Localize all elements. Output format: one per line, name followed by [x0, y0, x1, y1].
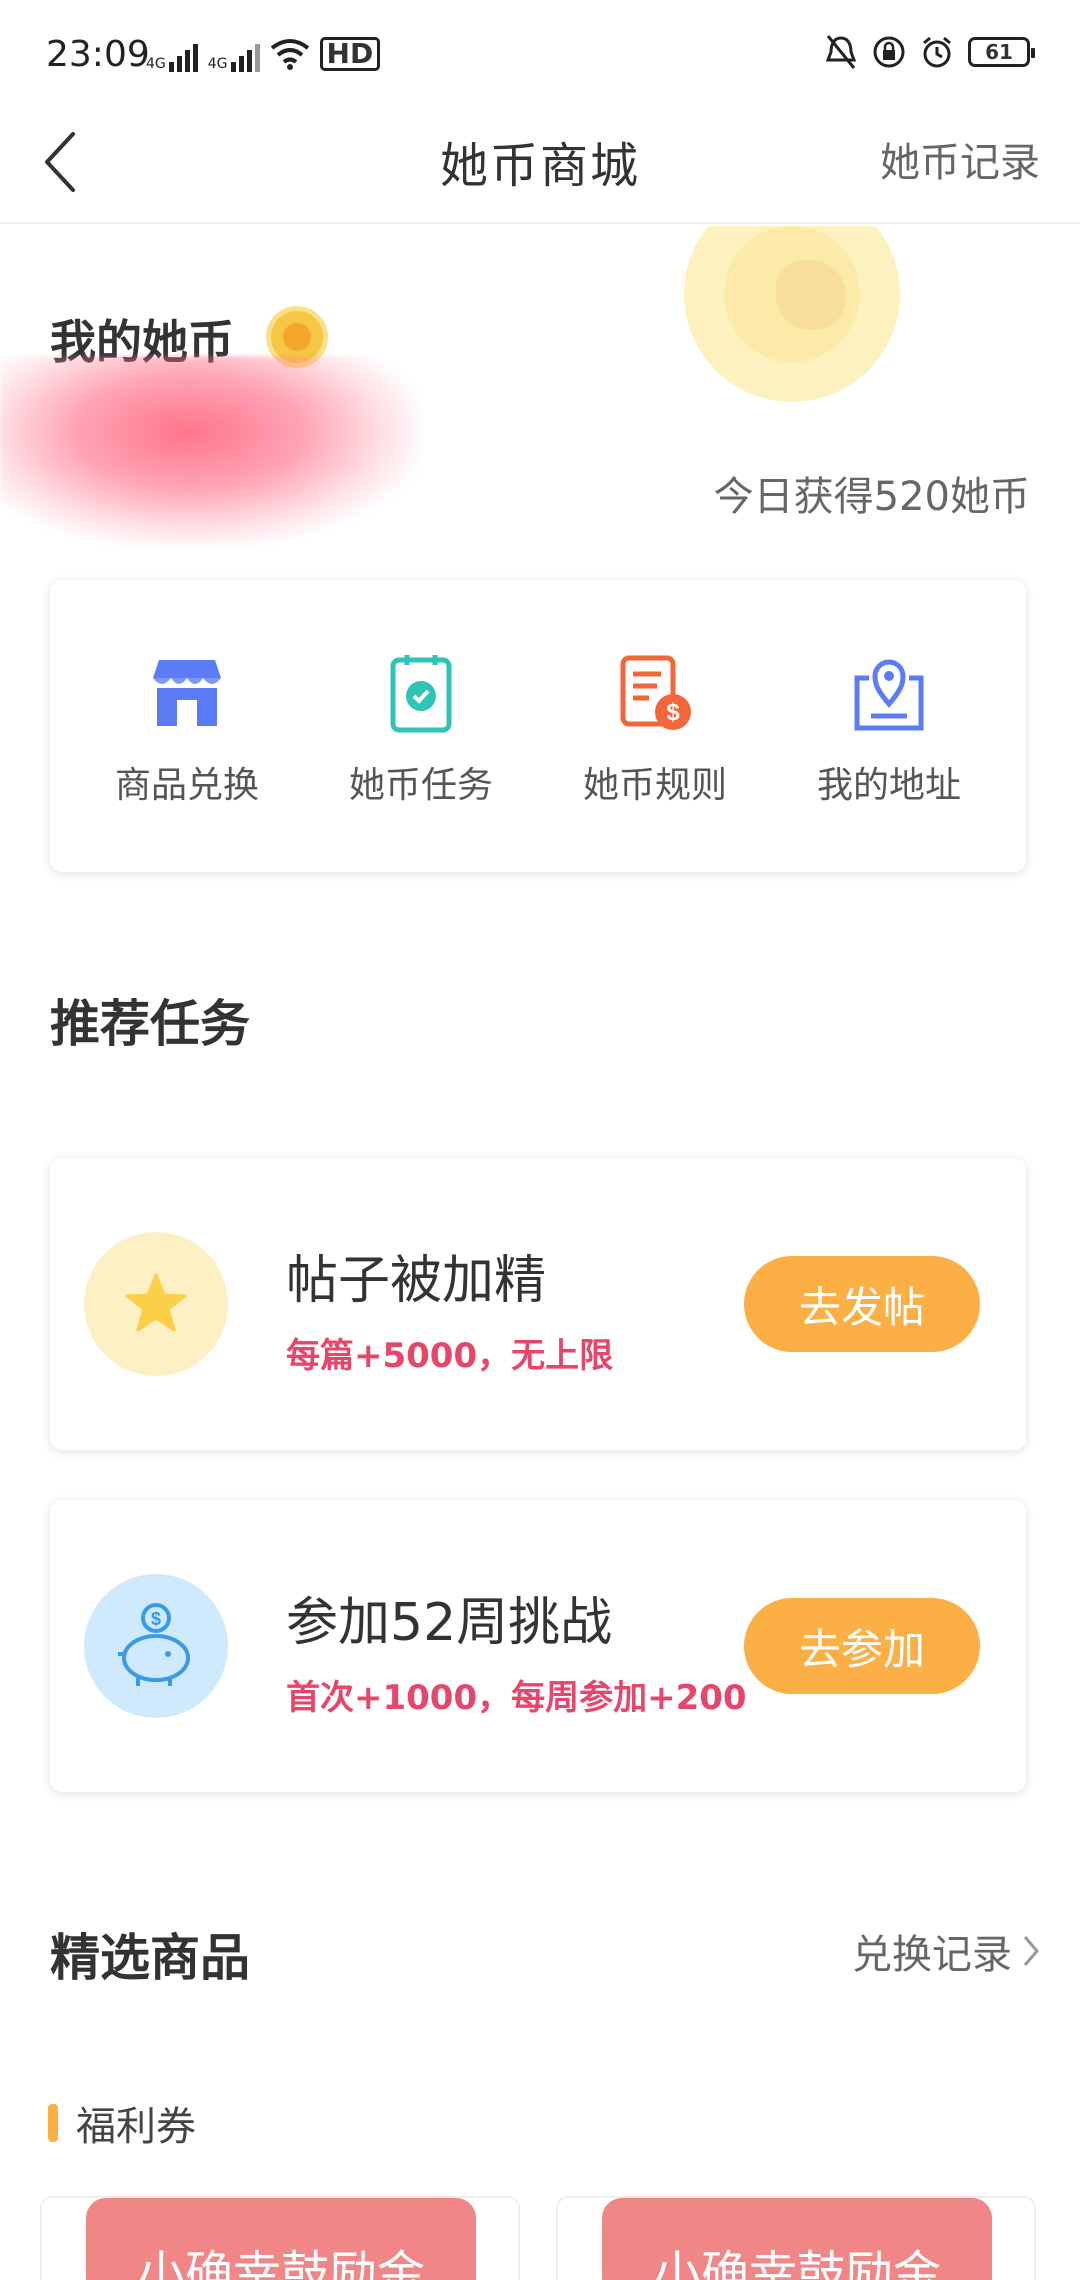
action-label: 我的地址	[816, 765, 961, 806]
signal-icon: 4G	[146, 36, 198, 72]
featured-products-title: 精选商品	[50, 1929, 250, 1987]
post-button[interactable]: 去发帖	[744, 1256, 980, 1352]
action-label: 她币规则	[582, 765, 727, 806]
task-card: 帖子被加精 每篇+5000，无上限 去发帖	[50, 1158, 1026, 1450]
redacted-scribble	[0, 356, 420, 546]
action-label: 她币任务	[348, 765, 493, 806]
mute-bell-icon	[825, 35, 857, 69]
join-button[interactable]: 去参加	[744, 1598, 980, 1694]
product-ticket: 小确幸鼓励金	[86, 2198, 476, 2280]
signal-icon-2: 4G	[208, 36, 260, 72]
network-type-label: 4G	[146, 56, 166, 72]
task-clipboard-icon	[379, 652, 463, 736]
nav-bar: 她币商城 她币记录	[0, 100, 1080, 224]
category-label: 福利券	[76, 2104, 196, 2150]
action-item-tasks[interactable]: 她币任务	[321, 580, 521, 872]
status-right-icons: 61	[824, 34, 1035, 70]
exchange-history-label: 兑换记录	[852, 1932, 1012, 1978]
lock-rotation-icon	[873, 36, 905, 68]
category-marker	[48, 2104, 58, 2142]
decorative-coin-icon	[684, 226, 900, 402]
rules-document-icon: $	[613, 652, 697, 736]
exchange-history-link[interactable]: 兑换记录	[852, 1922, 1040, 1980]
star-icon	[84, 1232, 228, 1376]
action-label: 商品兑换	[114, 765, 259, 806]
status-bar: 23:09 4G 4G HD 61	[0, 0, 1080, 100]
location-pin-icon	[847, 652, 931, 736]
status-left-icons: 4G 4G HD	[146, 36, 381, 72]
status-time: 23:09	[46, 34, 150, 75]
alarm-icon	[923, 36, 951, 68]
task-card: $ 参加52周挑战 首次+1000，每周参加+200 去参加	[50, 1500, 1026, 1792]
battery-icon: 61	[968, 37, 1035, 67]
product-card[interactable]: 小确幸鼓励金	[40, 2196, 520, 2280]
store-icon	[145, 652, 229, 736]
action-item-exchange[interactable]: 商品兑换	[87, 580, 287, 872]
category-header: 福利券	[48, 2094, 196, 2152]
coin-history-link[interactable]: 她币记录	[880, 130, 1040, 188]
network-type-label-2: 4G	[207, 56, 228, 72]
task-title: 参加52周挑战	[286, 1593, 613, 1653]
quick-actions-card: 商品兑换 她币任务 $ 她币规则 我的地址	[50, 580, 1026, 872]
product-ticket: 小确幸鼓励金	[602, 2198, 992, 2280]
piggy-bank-icon: $	[84, 1574, 228, 1718]
product-card[interactable]: 小确幸鼓励金	[556, 2196, 1036, 2280]
recommended-tasks-title: 推荐任务	[50, 995, 250, 1053]
svg-text:$: $	[666, 699, 680, 726]
svg-text:$: $	[151, 1609, 161, 1629]
coin-header: 我的她币 今日获得520她币	[0, 226, 1080, 566]
action-item-address[interactable]: 我的地址	[789, 580, 989, 872]
task-reward: 每篇+5000，无上限	[286, 1336, 614, 1376]
task-title: 帖子被加精	[286, 1251, 547, 1311]
chevron-right-icon	[1023, 1936, 1039, 1966]
today-earned-text: 今日获得520她币	[713, 474, 1030, 520]
wifi-icon	[270, 39, 309, 70]
task-reward: 首次+1000，每周参加+200	[286, 1678, 747, 1718]
action-item-rules[interactable]: $ 她币规则	[555, 580, 755, 872]
hd-icon: HD	[319, 37, 381, 71]
